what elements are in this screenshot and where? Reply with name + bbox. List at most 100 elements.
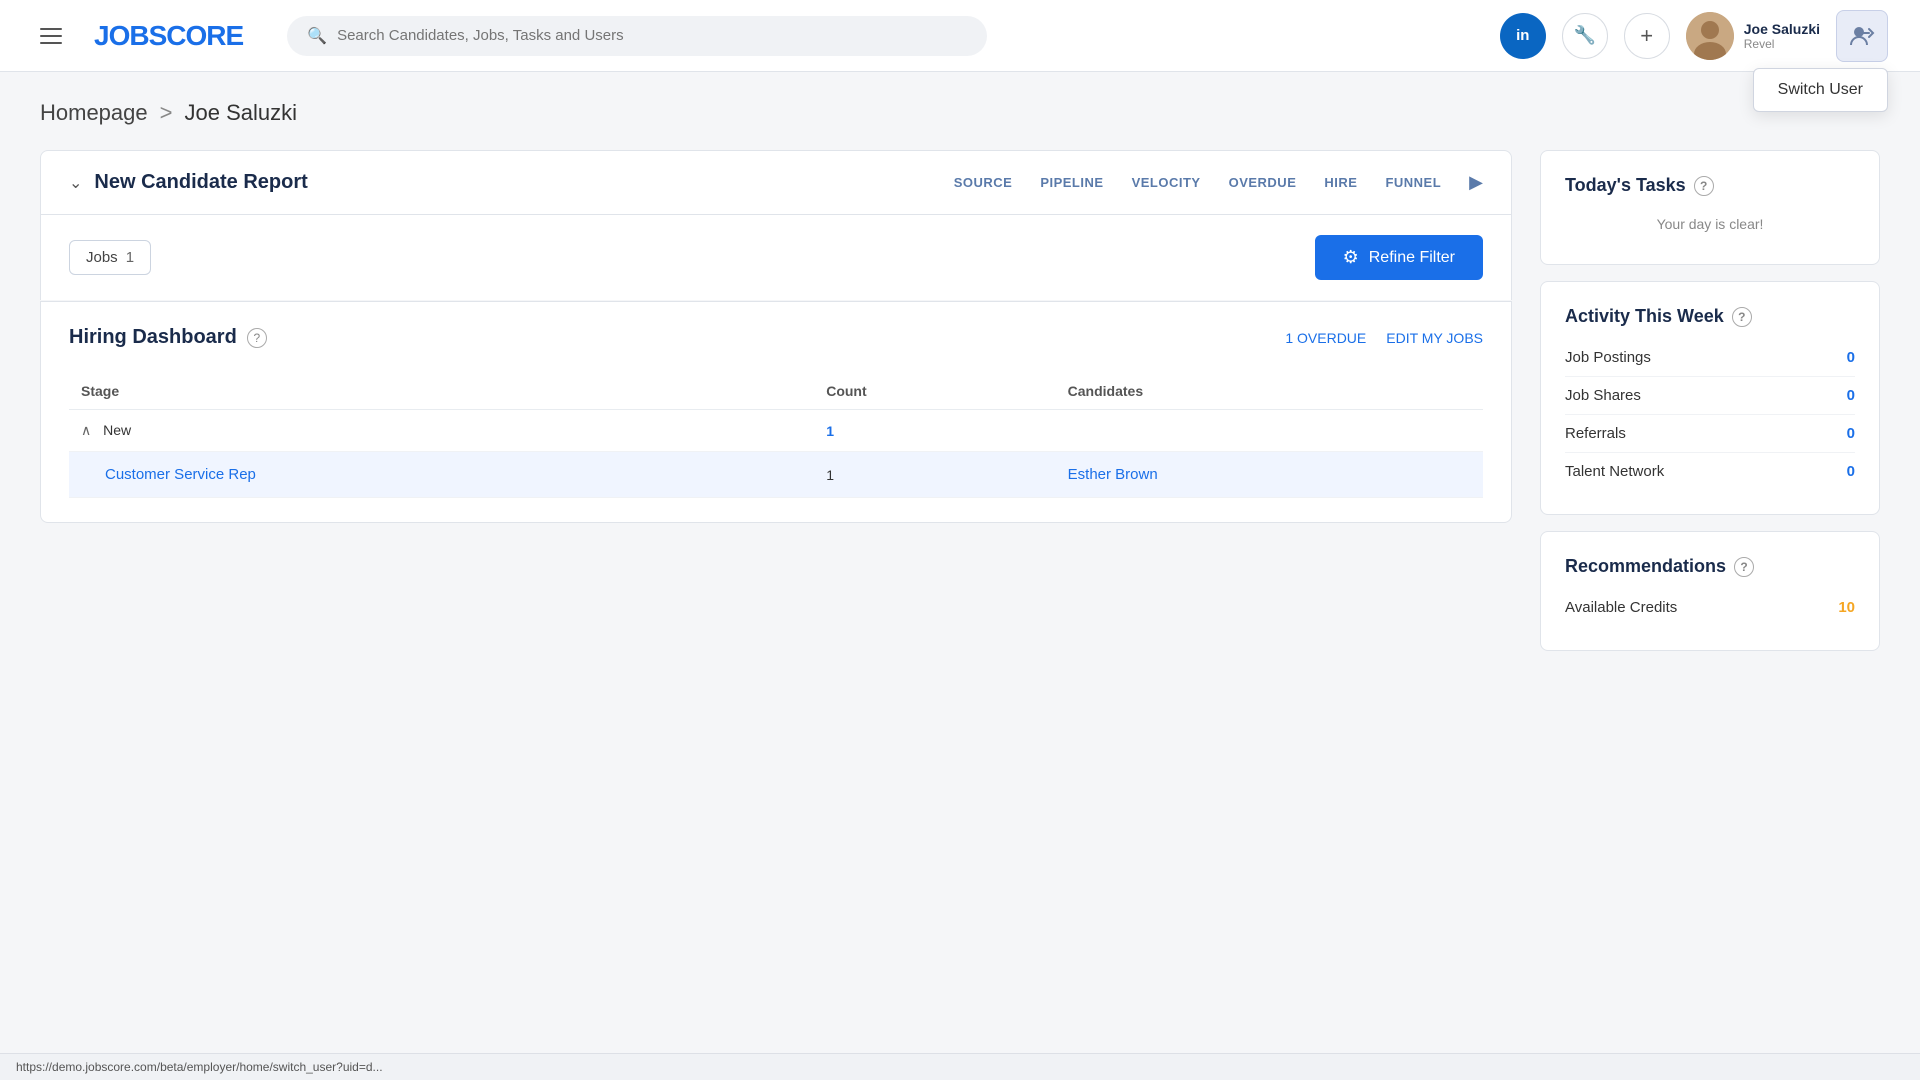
job-postings-count: 0 <box>1847 349 1855 366</box>
recommendations-card: Recommendations ? Available Credits 10 <box>1540 531 1880 651</box>
col-stage: Stage <box>69 373 814 410</box>
search-icon: 🔍 <box>307 26 327 46</box>
collapse-icon[interactable]: ⌄ <box>69 173 82 193</box>
user-info: Joe Saluzki Revel <box>1744 21 1820 51</box>
available-credits-count: 10 <box>1838 599 1855 616</box>
table-row: ∧ New 1 <box>69 410 1483 452</box>
recommendations-help-icon[interactable]: ? <box>1734 557 1754 577</box>
switch-user-label: Switch User <box>1778 81 1863 98</box>
breadcrumb-current: Joe Saluzki <box>185 100 298 126</box>
job-count: 1 <box>826 467 834 483</box>
candidate-report-header: ⌄ New Candidate Report SOURCE PIPELINE V… <box>40 150 1512 215</box>
activity-week-help-icon[interactable]: ? <box>1732 307 1752 327</box>
jobs-filter-badge[interactable]: Jobs 1 <box>69 240 151 275</box>
edit-jobs-link[interactable]: EDIT MY JOBS <box>1386 330 1483 346</box>
table-body: ∧ New 1 Customer Service Rep 1 <box>69 410 1483 498</box>
status-url: https://demo.jobscore.com/beta/employer/… <box>16 1060 383 1074</box>
linkedin-button[interactable]: in <box>1500 13 1546 59</box>
refine-filter-button[interactable]: ⚙ Refine Filter <box>1315 235 1483 280</box>
status-bar: https://demo.jobscore.com/beta/employer/… <box>0 1053 1920 1080</box>
header: JOBSCORE 🔍 in 🔧 + Joe Saluzki Revel <box>0 0 1920 72</box>
logo-part2: SCORE <box>149 20 244 51</box>
add-button[interactable]: + <box>1624 13 1670 59</box>
todays-tasks-help-icon[interactable]: ? <box>1694 176 1714 196</box>
col-count: Count <box>814 373 1055 410</box>
report-title: New Candidate Report <box>94 171 307 194</box>
filter-row: Jobs 1 ⚙ Refine Filter <box>40 215 1512 300</box>
switch-user-dropdown[interactable]: Switch User <box>1753 68 1888 112</box>
nav-source[interactable]: SOURCE <box>954 175 1013 190</box>
hamburger-menu[interactable] <box>32 20 70 52</box>
stage-name: New <box>103 422 131 438</box>
dashboard-title: Hiring Dashboard <box>69 326 237 349</box>
stage-cell: ∧ New <box>69 410 814 452</box>
dashboard-actions: 1 OVERDUE EDIT MY JOBS <box>1285 330 1483 346</box>
todays-tasks-title-row: Today's Tasks ? <box>1565 175 1855 196</box>
activity-talent-network: Talent Network 0 <box>1565 453 1855 490</box>
overdue-link[interactable]: 1 OVERDUE <box>1285 330 1366 346</box>
stage-count-cell: 1 <box>814 410 1055 452</box>
nav-hire[interactable]: HIRE <box>1324 175 1357 190</box>
referrals-count: 0 <box>1847 425 1855 442</box>
breadcrumb: Homepage > Joe Saluzki <box>40 100 1880 126</box>
stage-toggle[interactable]: ∧ <box>81 422 91 438</box>
job-link[interactable]: Customer Service Rep <box>105 466 256 483</box>
talent-network-count: 0 <box>1847 463 1855 480</box>
person-swap-icon <box>1849 23 1875 49</box>
candidate-link[interactable]: Esther Brown <box>1068 466 1158 483</box>
job-postings-label: Job Postings <box>1565 349 1651 366</box>
stage-candidates-cell <box>1056 410 1483 452</box>
jobs-count: 1 <box>126 249 134 266</box>
dashboard-table: Stage Count Candidates ∧ New 1 <box>69 373 1483 498</box>
recommendations-title-row: Recommendations ? <box>1565 556 1855 577</box>
avatar-image <box>1686 12 1734 60</box>
todays-tasks-empty: Your day is clear! <box>1565 208 1855 240</box>
user-section[interactable]: Joe Saluzki Revel <box>1686 12 1820 60</box>
todays-tasks-title: Today's Tasks <box>1565 175 1686 196</box>
jobs-label: Jobs <box>86 249 118 266</box>
col-candidates: Candidates <box>1056 373 1483 410</box>
todays-tasks-card: Today's Tasks ? Your day is clear! <box>1540 150 1880 265</box>
available-credits-row: Available Credits 10 <box>1565 589 1855 626</box>
activity-week-card: Activity This Week ? Job Postings 0 Job … <box>1540 281 1880 515</box>
refine-filter-label: Refine Filter <box>1369 249 1455 267</box>
activity-referrals: Referrals 0 <box>1565 415 1855 453</box>
nav-velocity[interactable]: VELOCITY <box>1132 175 1201 190</box>
wrench-icon: 🔧 <box>1574 25 1596 46</box>
dashboard-header: Hiring Dashboard ? 1 OVERDUE EDIT MY JOB… <box>69 326 1483 349</box>
main-content: ⌄ New Candidate Report SOURCE PIPELINE V… <box>40 150 1512 667</box>
stage-count: 1 <box>826 423 834 439</box>
job-shares-count: 0 <box>1847 387 1855 404</box>
switch-user-area: Switch User <box>1836 10 1888 62</box>
job-cell: Customer Service Rep <box>69 452 814 498</box>
activity-week-title-row: Activity This Week ? <box>1565 306 1855 327</box>
filter-icon: ⚙ <box>1343 247 1359 268</box>
switch-user-icon-button[interactable] <box>1836 10 1888 62</box>
breadcrumb-separator: > <box>160 100 173 126</box>
job-shares-label: Job Shares <box>1565 387 1641 404</box>
activity-week-title: Activity This Week <box>1565 306 1724 327</box>
avatar <box>1686 12 1734 60</box>
activity-job-shares: Job Shares 0 <box>1565 377 1855 415</box>
job-count-cell: 1 <box>814 452 1055 498</box>
activity-job-postings: Job Postings 0 <box>1565 339 1855 377</box>
report-title-row: ⌄ New Candidate Report <box>69 171 308 194</box>
nav-overdue[interactable]: OVERDUE <box>1229 175 1297 190</box>
table-head: Stage Count Candidates <box>69 373 1483 410</box>
sidebar: Today's Tasks ? Your day is clear! Activ… <box>1540 150 1880 667</box>
nav-pipeline[interactable]: PIPELINE <box>1040 175 1103 190</box>
search-input[interactable] <box>337 27 967 44</box>
hiring-dashboard: Hiring Dashboard ? 1 OVERDUE EDIT MY JOB… <box>40 301 1512 523</box>
tools-button[interactable]: 🔧 <box>1562 13 1608 59</box>
talent-network-label: Talent Network <box>1565 463 1664 480</box>
dashboard-help-icon[interactable]: ? <box>247 328 267 348</box>
candidate-cell: Esther Brown <box>1056 452 1483 498</box>
logo-part1: JOB <box>94 20 149 51</box>
recommendations-title: Recommendations <box>1565 556 1726 577</box>
search-bar[interactable]: 🔍 <box>287 16 987 56</box>
linkedin-icon: in <box>1516 27 1529 44</box>
breadcrumb-home[interactable]: Homepage <box>40 100 148 126</box>
nav-funnel[interactable]: FUNNEL <box>1385 175 1441 190</box>
header-actions: in 🔧 + Joe Saluzki Revel <box>1500 10 1888 62</box>
more-icon[interactable]: ▶ <box>1469 172 1483 193</box>
